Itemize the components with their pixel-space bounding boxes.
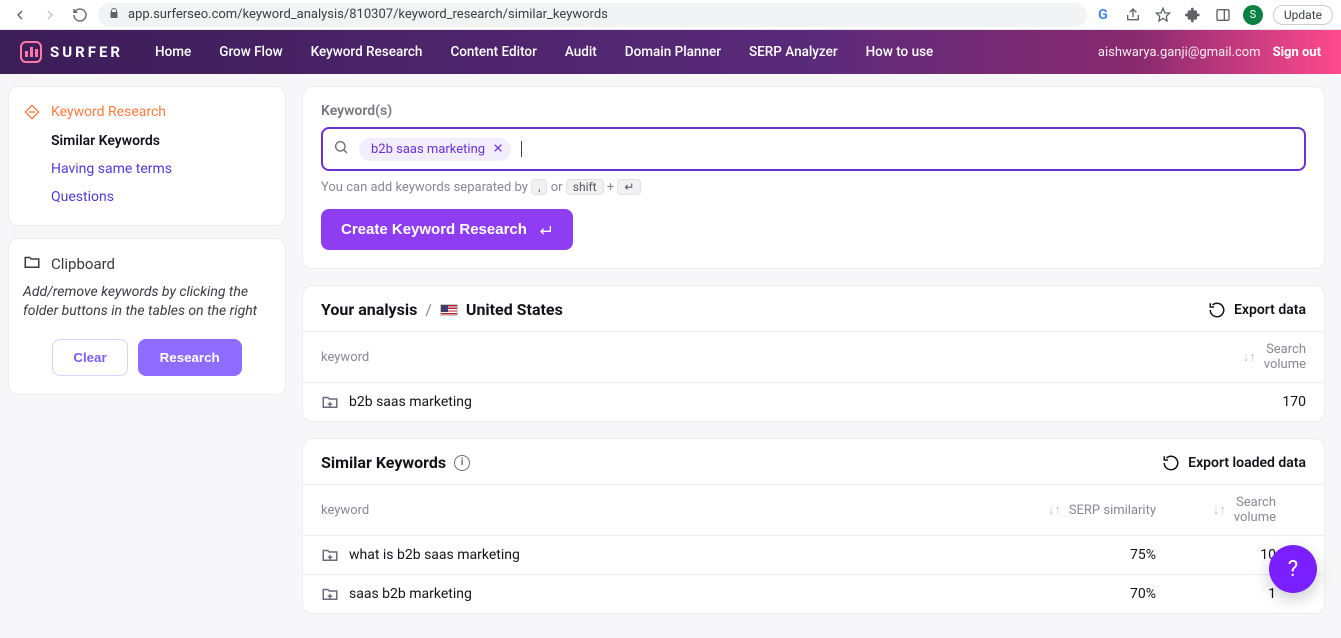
export-data-button[interactable]: Export data — [1208, 301, 1306, 319]
sort-icon: ↓↑ — [1213, 502, 1226, 518]
reload-icon[interactable] — [68, 3, 92, 27]
sidebar-item-questions[interactable]: Questions — [51, 183, 271, 211]
diamond-icon — [23, 103, 41, 121]
research-button[interactable]: Research — [138, 339, 242, 376]
sort-icon: ↓↑ — [1048, 502, 1061, 518]
help-fab[interactable]: ? — [1269, 545, 1317, 593]
col-keyword-header: keyword — [321, 503, 996, 518]
col-volume-header[interactable]: ↓↑ Search volume — [1156, 495, 1276, 525]
comma-key: , — [531, 179, 547, 195]
folder-icon — [23, 253, 41, 275]
row-volume: 1 — [1156, 586, 1276, 602]
export-icon — [1162, 454, 1180, 472]
keyword-chip: b2b saas marketing — [359, 138, 511, 161]
info-icon[interactable]: i — [454, 455, 470, 471]
analysis-country: United States — [466, 300, 563, 319]
brand-name: SURFER — [50, 43, 123, 61]
clipboard-title: Clipboard — [51, 255, 115, 273]
address-bar[interactable]: app.surferseo.com/keyword_analysis/81030… — [98, 3, 1087, 27]
clipboard-panel: Clipboard Add/remove keywords by clickin… — [8, 238, 286, 395]
row-keyword: b2b saas marketing — [349, 394, 472, 410]
forward-icon[interactable] — [38, 3, 62, 27]
nav-serp-analyzer[interactable]: SERP Analyzer — [749, 44, 838, 60]
row-serp: 75% — [996, 547, 1156, 563]
keyword-chip-label: b2b saas marketing — [371, 142, 485, 157]
slash: / — [425, 300, 432, 319]
star-icon[interactable] — [1153, 5, 1173, 25]
keyword-hint: You can add keywords separated by , or s… — [321, 179, 1306, 195]
sidebar-item-similar-keywords[interactable]: Similar Keywords — [51, 127, 271, 155]
row-keyword: saas b2b marketing — [349, 586, 472, 602]
close-icon[interactable] — [493, 142, 503, 157]
profile-avatar[interactable]: S — [1243, 5, 1263, 25]
col-keyword-header: keyword — [321, 350, 1186, 365]
sidebar-section-label: Keyword Research — [51, 104, 166, 120]
export-loaded-button[interactable]: Export loaded data — [1162, 440, 1324, 476]
sidebar-nav: Keyword Research Similar Keywords Having… — [8, 86, 286, 226]
clipboard-desc: Add/remove keywords by clicking the fold… — [23, 283, 271, 321]
extensions-icon[interactable] — [1183, 5, 1203, 25]
table-row: what is b2b saas marketing 75% 10 ⋮ — [303, 535, 1324, 574]
export-icon — [1208, 301, 1226, 319]
export-loaded-label: Export loaded data — [1188, 455, 1306, 471]
user-email: aishwarya.ganji@gmail.com — [1098, 45, 1261, 60]
row-keyword: what is b2b saas marketing — [349, 547, 520, 563]
brand-logo[interactable]: SURFER — [20, 41, 123, 63]
analysis-title-lead: Your analysis — [321, 300, 417, 319]
add-folder-icon[interactable] — [321, 393, 339, 411]
row-serp: 70% — [996, 586, 1156, 602]
nav-home[interactable]: Home — [155, 44, 191, 60]
analysis-panel: Your analysis / United States Export dat… — [302, 285, 1325, 422]
row-volume: 170 — [1186, 394, 1306, 410]
keywords-label: Keyword(s) — [321, 103, 1306, 119]
back-icon[interactable] — [8, 3, 32, 27]
add-folder-icon[interactable] — [321, 585, 339, 603]
create-button-label: Create Keyword Research — [341, 221, 527, 238]
table-row: b2b saas marketing 170 — [303, 382, 1324, 421]
add-folder-icon[interactable] — [321, 546, 339, 564]
sidebar-section-keyword-research[interactable]: Keyword Research — [23, 97, 271, 127]
sort-icon: ↓↑ — [1243, 349, 1256, 365]
browser-chrome: app.surferseo.com/keyword_analysis/81030… — [0, 0, 1341, 30]
enter-icon — [537, 222, 553, 238]
top-nav: SURFER Home Grow Flow Keyword Research C… — [0, 30, 1341, 74]
row-volume: 10 — [1156, 547, 1276, 563]
nav-how-to-use[interactable]: How to use — [866, 44, 934, 60]
sidepanel-icon[interactable] — [1213, 5, 1233, 25]
us-flag-icon — [440, 304, 458, 316]
col-volume-header[interactable]: ↓↑ Search volume — [1186, 342, 1306, 372]
enter-key: ↵ — [617, 179, 641, 195]
export-data-label: Export data — [1234, 302, 1306, 318]
text-caret — [521, 141, 522, 157]
signout-link[interactable]: Sign out — [1273, 45, 1321, 60]
url-text: app.surferseo.com/keyword_analysis/81030… — [128, 7, 608, 22]
logo-icon — [20, 41, 42, 63]
nav-keyword-research[interactable]: Keyword Research — [311, 44, 423, 60]
nav-grow-flow[interactable]: Grow Flow — [219, 44, 282, 60]
update-button[interactable]: Update — [1273, 5, 1333, 25]
share-icon[interactable] — [1123, 5, 1143, 25]
search-icon — [333, 139, 349, 159]
keywords-panel: Keyword(s) b2b saas marketing You can ad… — [302, 86, 1325, 269]
nav-domain-planner[interactable]: Domain Planner — [625, 44, 721, 60]
table-row: saas b2b marketing 70% 1 — [303, 574, 1324, 613]
nav-audit[interactable]: Audit — [565, 44, 597, 60]
clear-button[interactable]: Clear — [52, 339, 127, 376]
shift-key: shift — [566, 179, 604, 195]
similar-title: Similar Keywords — [321, 453, 446, 472]
nav-links: Home Grow Flow Keyword Research Content … — [155, 44, 933, 60]
keyword-text-input[interactable] — [532, 141, 1294, 157]
keyword-input[interactable]: b2b saas marketing — [321, 127, 1306, 171]
google-icon[interactable]: G — [1093, 5, 1113, 25]
nav-content-editor[interactable]: Content Editor — [450, 44, 536, 60]
sidebar-item-same-terms[interactable]: Having same terms — [51, 155, 271, 183]
create-keyword-research-button[interactable]: Create Keyword Research — [321, 209, 573, 250]
help-icon: ? — [1288, 557, 1298, 582]
lock-icon — [108, 7, 120, 23]
col-serp-header[interactable]: ↓↑ SERP similarity — [996, 502, 1156, 518]
similar-panel: Similar Keywords i Export loaded data ke… — [302, 438, 1325, 614]
